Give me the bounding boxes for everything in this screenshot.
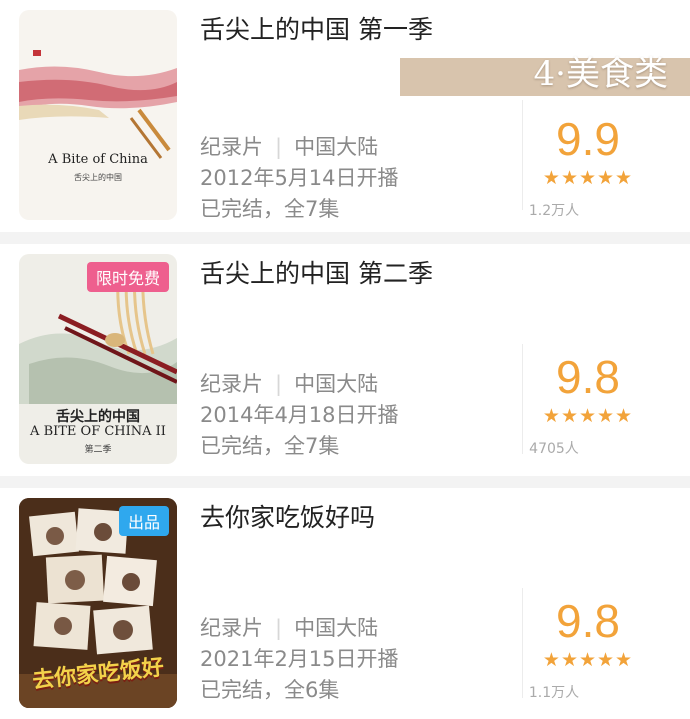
premiere-date: 2014年4月18日开播 bbox=[200, 403, 399, 427]
meta-divider: | bbox=[275, 616, 283, 640]
premiere-date: 2021年2月15日开播 bbox=[200, 647, 399, 671]
genre-region: 纪录片 | 中国大陆 bbox=[200, 612, 378, 642]
premiere-date: 2012年5月14日开播 bbox=[200, 166, 399, 190]
rating-count: 1.1万人 bbox=[528, 685, 580, 701]
category-banner: 4·美食类 bbox=[400, 54, 690, 96]
episode-status: 已完结，全7集 bbox=[200, 434, 340, 458]
show-title[interactable]: 去你家吃饭好吗 bbox=[200, 498, 375, 534]
meta-divider: | bbox=[275, 135, 283, 159]
rating-stars: ★★★★★ bbox=[542, 405, 634, 427]
episode-status: 已完结，全7集 bbox=[200, 197, 340, 221]
category-banner-text: 4·美食类 bbox=[533, 54, 668, 94]
region: 中国大陆 bbox=[294, 135, 379, 159]
badge-limited-free: 限时免费 bbox=[86, 262, 169, 292]
poster-qu-ni-jia[interactable]: 出品 去你家吃饭好 bbox=[19, 498, 177, 708]
region: 中国大陆 bbox=[294, 372, 379, 396]
genre: 纪录片 bbox=[200, 616, 263, 640]
show-title[interactable]: 舌尖上的中国 第一季 bbox=[200, 10, 433, 46]
genre-region: 纪录片 | 中国大陆 bbox=[200, 368, 378, 398]
rating-score: 9.9 bbox=[556, 113, 620, 165]
poster-title-cn: 舌尖上的中国 bbox=[74, 173, 122, 182]
show-card-3[interactable]: 出品 去你家吃饭好 去你家吃饭好吗 纪录片 | 中国大陆 2021年2月15日开播 … bbox=[0, 488, 690, 719]
card-separator bbox=[0, 476, 690, 488]
card-separator bbox=[0, 232, 690, 244]
rating-score: 9.8 bbox=[556, 351, 620, 403]
show-title[interactable]: 舌尖上的中国 第二季 bbox=[200, 254, 433, 290]
show-card-2[interactable]: 限时免费 舌尖上的中国 A BITE OF CHINA II 第二季 舌尖上的中… bbox=[0, 244, 690, 476]
rating-count: 1.2万人 bbox=[528, 203, 580, 219]
rating-score: 9.8 bbox=[556, 595, 620, 647]
genre: 纪录片 bbox=[200, 372, 263, 396]
poster-title-cn: 舌尖上的中国 bbox=[56, 409, 140, 425]
genre-region: 纪录片 | 中国大陆 bbox=[200, 131, 378, 161]
poster-season: 第二季 bbox=[84, 445, 112, 455]
poster-title-en: A Bite of China bbox=[48, 152, 148, 167]
poster-title-en: A BITE OF CHINA II bbox=[30, 424, 166, 439]
rating-count: 4705人 bbox=[529, 441, 579, 457]
badge-produced: 出品 bbox=[118, 506, 169, 536]
region: 中国大陆 bbox=[294, 616, 379, 640]
poster-bite-of-china-1[interactable]: A Bite of China 舌尖上的中国 bbox=[19, 10, 177, 220]
rating-stars: ★★★★★ bbox=[542, 649, 634, 671]
poster-art bbox=[19, 50, 177, 159]
meta-divider: | bbox=[275, 372, 283, 396]
rating-stars: ★★★★★ bbox=[542, 167, 634, 189]
poster-bite-of-china-2[interactable]: 限时免费 舌尖上的中国 A BITE OF CHINA II 第二季 bbox=[19, 254, 177, 464]
genre: 纪录片 bbox=[200, 135, 263, 159]
show-card-1[interactable]: A Bite of China 舌尖上的中国 舌尖上的中国 第一季 纪录片 | 中国… bbox=[0, 0, 690, 232]
episode-status: 已完结，全6集 bbox=[200, 678, 340, 702]
